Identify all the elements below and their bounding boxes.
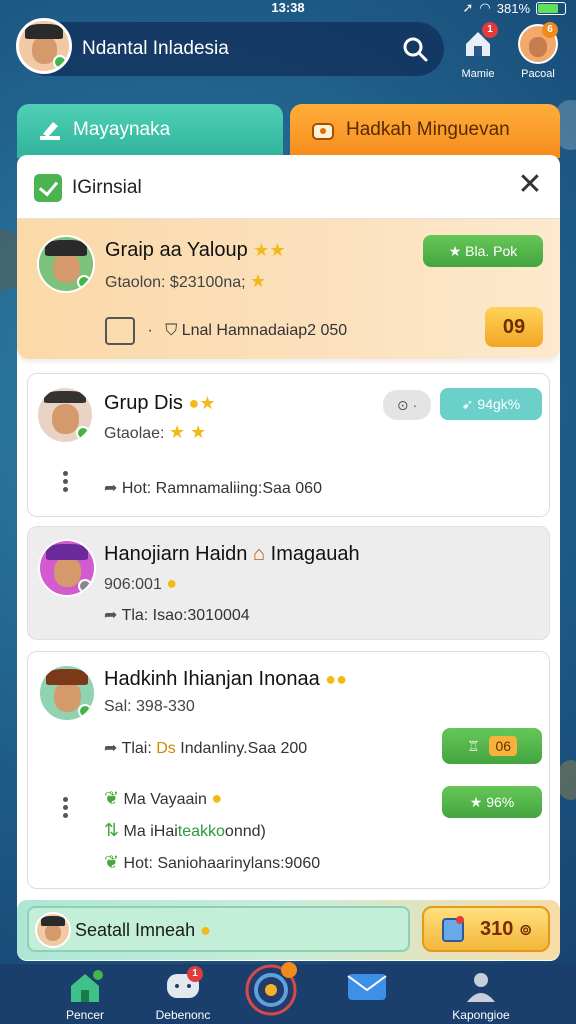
- summary-label: Seatall Imneah ●: [75, 920, 211, 940]
- group-card[interactable]: Hadkinh Ihianjan Inonaa ●● Sal: 398-330 …: [27, 651, 550, 889]
- star-icon: ★: [448, 243, 462, 259]
- score-badge[interactable]: 09: [485, 307, 543, 347]
- nav-item-profile[interactable]: Kapongioe: [436, 968, 526, 1022]
- nav-label: Kapongioe: [452, 1008, 510, 1022]
- panel-header: IGirnsial ✕: [17, 155, 560, 219]
- card-meta: ➦ Tla: Isao:3010004: [104, 607, 250, 624]
- arrows-icon: ⇅: [104, 820, 120, 840]
- mail-icon: [347, 974, 387, 1000]
- checkbox-icon[interactable]: [34, 174, 62, 202]
- timer-chip[interactable]: ⊙ ·: [383, 390, 431, 420]
- header-profile-label: Pacoal: [521, 68, 555, 80]
- shield-icon: ⛉: [165, 322, 178, 340]
- pencil-icon: [40, 122, 60, 140]
- star-icon: ★: [469, 794, 483, 810]
- detail-line: ❦ Ma Vayaain ●: [104, 788, 223, 808]
- detail-line: ⇅ Ma iHaiteakkoonnd): [104, 820, 266, 840]
- more-icon[interactable]: [63, 794, 71, 821]
- wifi-icon: ◠: [479, 0, 491, 15]
- card-meta: · ⛉ Lnal Hamnadaiap2 050: [105, 317, 347, 345]
- trophy-icon: ♖: [466, 738, 480, 754]
- bottom-nav: Pencer 1 Debenonc Kapongioe: [0, 962, 576, 1024]
- panel-title: IGirnsial: [72, 177, 142, 198]
- leaf-icon: ❦: [104, 852, 120, 872]
- document-icon: [105, 317, 135, 345]
- score-badge[interactable]: ♖ 06: [442, 728, 542, 764]
- card-meta: ➦ Tlai: Ds Indanliny.Saa 200: [104, 740, 308, 757]
- percent-badge[interactable]: ➹ 94gk%: [440, 388, 542, 420]
- nav-item-chat[interactable]: 1 Debenonc: [138, 966, 228, 1022]
- notification-badge: 1: [187, 966, 203, 982]
- main-panel: IGirnsial ✕ Graip aa Yaloup ★★ Gtaolon: …: [17, 155, 560, 961]
- notification-badge: 1: [482, 22, 498, 38]
- tab-label: Mayaynaka: [73, 119, 171, 140]
- card-name: Graip aa Yaloup ★★: [105, 239, 286, 261]
- nav-label: Pencer: [65, 1008, 105, 1022]
- avatar: [35, 912, 71, 948]
- card-meta: ➦ Hot: Ramnamaliing:Saa 060: [104, 480, 322, 497]
- header-home-button[interactable]: 1 Mamie: [453, 22, 503, 80]
- card-name: Hanojiarn Haidn ⌂ Imagauah: [104, 543, 360, 565]
- avatar: [38, 664, 96, 722]
- share-icon: ➦: [104, 480, 118, 497]
- avatar: [36, 386, 94, 444]
- card-sub: 906:001 ●: [104, 573, 178, 593]
- notification-badge: 6: [542, 22, 558, 38]
- tab-hadkah-minguevan[interactable]: Hadkah Minguevan: [290, 104, 560, 158]
- close-icon[interactable]: ✕: [514, 169, 546, 201]
- leaf-icon: ❦: [104, 788, 120, 808]
- battery-percent: 381%: [496, 0, 530, 16]
- group-card[interactable]: Hanojiarn Haidn ⌂ Imagauah 906:001 ● ➦ T…: [27, 526, 550, 640]
- card-name: Hadkinh Ihianjan Inonaa ●●: [104, 668, 348, 690]
- nav-label: Debenonc: [155, 1008, 211, 1022]
- app-title: Ndantal Inladesia: [82, 38, 229, 59]
- search-icon[interactable]: [400, 34, 430, 64]
- card-sub: Gtaolae: ★ ★: [104, 422, 207, 442]
- avatar: [38, 539, 96, 597]
- coin-counter[interactable]: 310 ⊚: [422, 906, 550, 952]
- tab-label: Hadkah Minguevan: [346, 119, 510, 140]
- card-sub: Gtaolon: $23100na; ★: [105, 271, 267, 291]
- wing-icon: ➹: [461, 396, 474, 412]
- share-icon: ➦: [104, 607, 118, 624]
- title-bar[interactable]: Ndantal Inladesia: [20, 22, 444, 76]
- share-icon: ➦: [104, 740, 118, 757]
- detail-line: ❦ Hot: Saniohaarinylans:9060: [104, 852, 321, 872]
- location-icon: ➚: [462, 0, 474, 15]
- header-home-label: Mamie: [461, 68, 495, 80]
- tab-mayaynaka[interactable]: Mayaynaka: [17, 104, 283, 158]
- notification-badge: [93, 970, 103, 980]
- summary-bar: Seatall Imneah ● 310 ⊚: [17, 900, 560, 960]
- nav-item-home[interactable]: Pencer: [40, 968, 130, 1022]
- ticket-icon: [312, 123, 334, 140]
- group-card[interactable]: Grup Dis ●★ Gtaolae: ★ ★ ⊙ · ➹ 94gk% ➦ H…: [27, 373, 550, 517]
- avatar: [37, 235, 95, 293]
- user-avatar[interactable]: [16, 18, 72, 74]
- coin-value: 310 ⊚: [480, 918, 533, 940]
- battery-icon: [536, 1, 566, 15]
- status-badge[interactable]: ★ Bla. Pok: [423, 235, 543, 267]
- summary-player[interactable]: Seatall Imneah ●: [27, 906, 410, 952]
- card-name: Grup Dis ●★: [104, 392, 216, 414]
- top-header: Ndantal Inladesia 1 Mamie 6 Pacoal: [0, 16, 576, 96]
- nav-item-mail[interactable]: [322, 968, 412, 1008]
- clipboard-icon: [442, 916, 464, 942]
- header-profile-button[interactable]: 6 Pacoal: [513, 22, 563, 80]
- group-card[interactable]: Graip aa Yaloup ★★ Gtaolon: $23100na; ★ …: [17, 219, 560, 359]
- nav-item-target[interactable]: [226, 962, 316, 1018]
- card-sub: Sal: 398-330: [104, 698, 195, 715]
- person-icon: [467, 973, 495, 1002]
- percent-badge[interactable]: ★ 96%: [442, 786, 542, 818]
- more-icon[interactable]: [63, 468, 71, 495]
- notification-badge: [281, 962, 297, 978]
